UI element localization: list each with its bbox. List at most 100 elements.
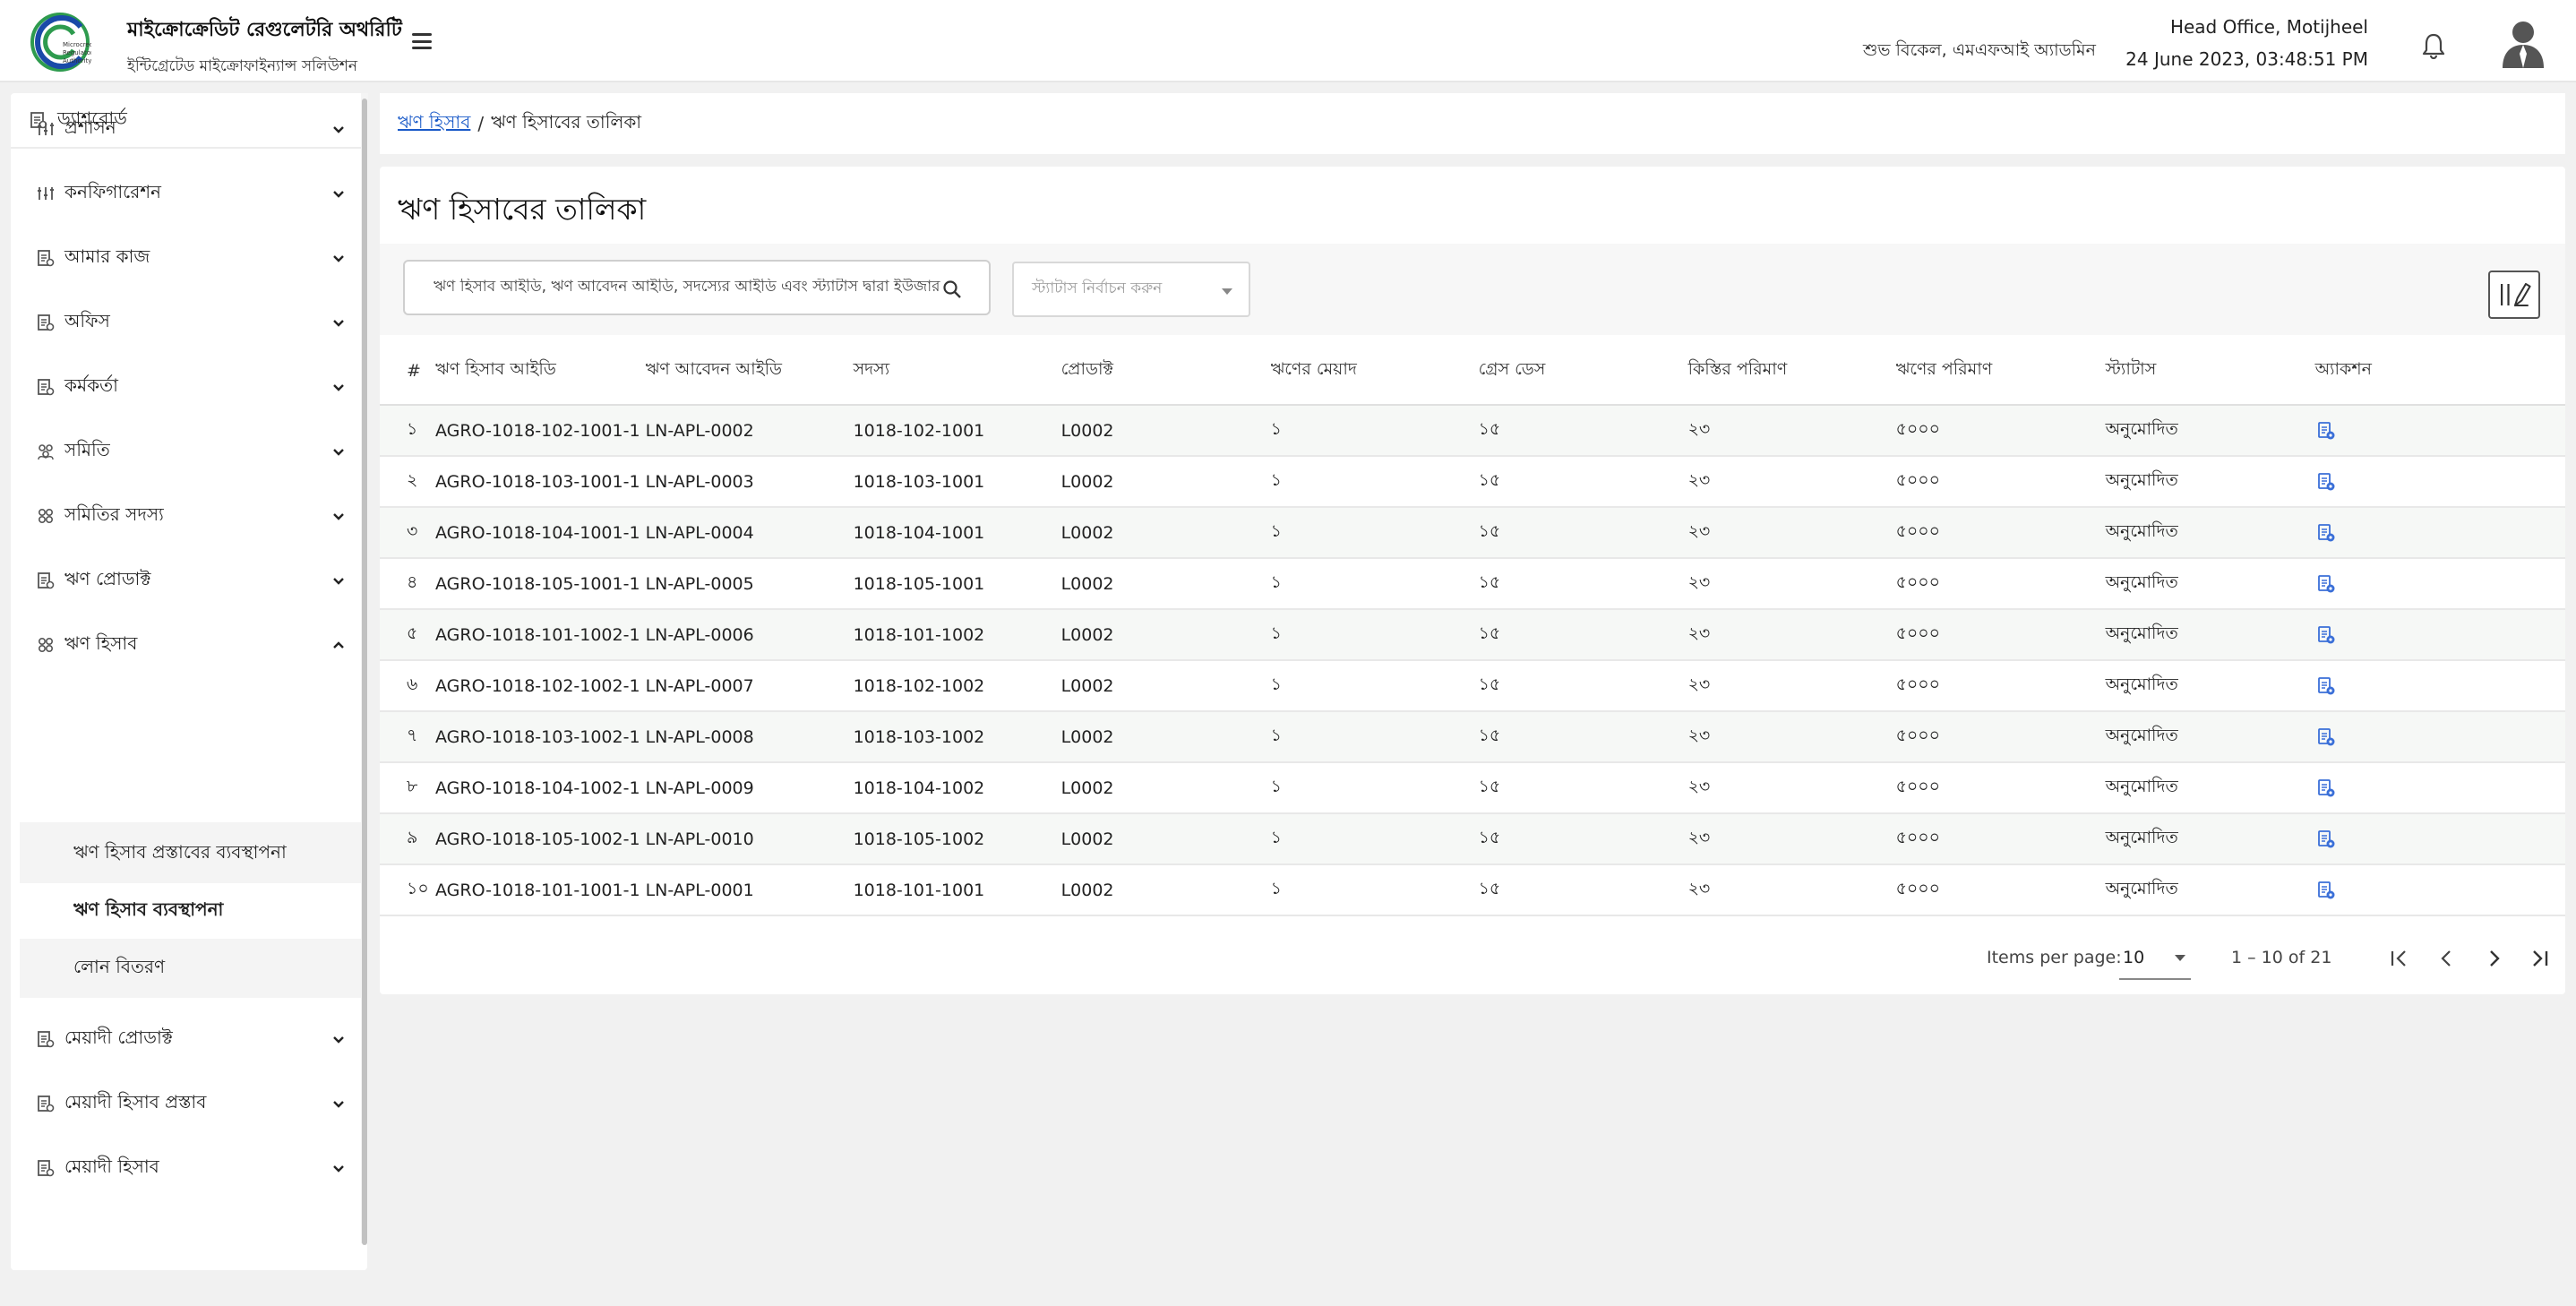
view-document-icon[interactable] bbox=[2315, 675, 2337, 697]
table-cell: ২৩ bbox=[1679, 711, 1887, 763]
status-select[interactable]: স্ট্যাটাস নির্বাচন করুন bbox=[1012, 262, 1250, 317]
sidebar-item-4[interactable]: অফিস bbox=[11, 290, 367, 355]
sidebar: ড্যাশবোর্ড প্রশাসন কনফিগারেশন আমার কাজ অফিস… bbox=[11, 93, 367, 1270]
table-cell: ৫০০০ bbox=[1886, 762, 2095, 814]
table-cell: ১ bbox=[1261, 864, 1470, 916]
table-cell: অনুমোদিত bbox=[2094, 864, 2303, 916]
sidebar-item-14[interactable]: মেয়াদী হিসাব প্রস্তাব bbox=[11, 1071, 367, 1136]
table-cell: LN-APL-0010 bbox=[640, 813, 846, 865]
document-icon bbox=[38, 314, 55, 331]
table-cell: অনুমোদিত bbox=[2094, 762, 2303, 814]
table-cell-action bbox=[2302, 813, 2565, 865]
sidebar-item-15[interactable]: মেয়াদী হিসাব bbox=[11, 1136, 367, 1200]
table-cell-action bbox=[2302, 711, 2565, 763]
column-settings-icon[interactable] bbox=[2488, 271, 2540, 319]
loan-list-card: ঋণ হিসাবের তালিকা স্ট্যাটাস নির্বাচন করু… bbox=[380, 167, 2565, 994]
table-cell: অনুমোদিত bbox=[2094, 405, 2303, 457]
breadcrumb-link-loan-account[interactable]: ঋণ হিসাব bbox=[398, 109, 470, 139]
document-icon bbox=[38, 572, 55, 589]
table-cell: LN-APL-0006 bbox=[640, 609, 846, 661]
view-document-icon[interactable] bbox=[2315, 726, 2337, 748]
hamburger-menu-icon[interactable] bbox=[408, 30, 435, 52]
table-cell: ২৩ bbox=[1679, 660, 1887, 712]
user-avatar-icon[interactable] bbox=[2499, 18, 2547, 68]
view-document-icon[interactable] bbox=[2315, 880, 2337, 901]
chevron-down-icon bbox=[2175, 955, 2185, 961]
table-cell: LN-APL-0005 bbox=[640, 558, 846, 610]
table-row: ২ AGRO-1018-103-1001-1 LN-APL-0003 1018-103… bbox=[380, 456, 2565, 508]
table-cell: ১ bbox=[1261, 558, 1470, 610]
bell-icon[interactable] bbox=[2421, 32, 2446, 59]
sidebar-item-13[interactable]: মেয়াদী প্রোডাক্ট bbox=[11, 1007, 367, 1071]
view-document-icon[interactable] bbox=[2315, 624, 2337, 646]
table-cell: ১৫ bbox=[1469, 609, 1679, 661]
search-field[interactable] bbox=[403, 260, 991, 315]
sidebar-item-7[interactable]: সমিতির সদস্য bbox=[11, 484, 367, 548]
submenu-loan-proposal-management[interactable]: ঋণ হিসাব প্রস্তাবের ব্যবস্থাপনা bbox=[20, 826, 365, 881]
table-cell: LN-APL-0007 bbox=[640, 660, 846, 712]
column-header: গ্রেস ডেস bbox=[1469, 337, 1679, 406]
table-cell: ২৩ bbox=[1679, 507, 1887, 559]
next-page-icon[interactable] bbox=[2476, 939, 2512, 978]
org-title: মাইক্রোক্রেডিট রেগুলেটরি অথরিটি ইন্টিগ্র… bbox=[127, 14, 402, 80]
table-cell: AGRO-1018-105-1001-1 bbox=[430, 558, 640, 610]
items-per-page-select[interactable]: 10 bbox=[2119, 937, 2191, 980]
column-header: # bbox=[380, 337, 430, 406]
table-cell: ১৫ bbox=[1469, 711, 1679, 763]
sidebar-item-8[interactable]: ঋণ প্রোডাক্ট bbox=[11, 548, 367, 613]
table-cell: ৫০০০ bbox=[1886, 558, 2095, 610]
submenu-loan-account-management[interactable]: ঋণ হিসাব ব্যবস্থাপনা bbox=[20, 883, 365, 939]
table-row: ৭ AGRO-1018-103-1002-1 LN-APL-0008 1018-103… bbox=[380, 711, 2565, 763]
table-cell: LN-APL-0003 bbox=[640, 456, 846, 508]
table-cell: 1018-103-1002 bbox=[846, 711, 1054, 763]
loan-account-submenu: ঋণ হিসাব প্রস্তাবের ব্যবস্থাপনা ঋণ হিসাব… bbox=[20, 822, 365, 998]
table-cell: L0002 bbox=[1053, 864, 1262, 916]
table-cell: ১ bbox=[1261, 813, 1470, 865]
first-page-icon[interactable] bbox=[2381, 939, 2417, 978]
table-cell: LN-APL-0008 bbox=[640, 711, 846, 763]
sidebar-scrollbar[interactable] bbox=[361, 93, 368, 1245]
table-row: ৫ AGRO-1018-101-1002-1 LN-APL-0006 1018-101… bbox=[380, 609, 2565, 661]
table-cell: 1018-104-1002 bbox=[846, 762, 1054, 814]
sidebar-item-3[interactable]: আমার কাজ bbox=[11, 226, 367, 290]
submenu-loan-disbursement[interactable]: লোন বিতরণ bbox=[20, 941, 365, 996]
column-header: সদস্য bbox=[846, 337, 1054, 406]
sidebar-item-label: সমিতি bbox=[64, 438, 110, 460]
sidebar-item-2[interactable]: কনফিগারেশন bbox=[11, 161, 367, 226]
view-document-icon[interactable] bbox=[2315, 778, 2337, 799]
loan-accounts-table: # ঋণ হিসাব আইডি ঋণ আবেদন আইডি সদস্য প্রোডাক্… bbox=[380, 337, 2565, 916]
sidebar-item-label: ঋণ প্রোডাক্ট bbox=[64, 567, 151, 589]
page-title: ঋণ হিসাবের তালিকা bbox=[398, 192, 647, 227]
top-bar: Microcredit Regulatory Authority মাইক্রো… bbox=[0, 0, 2576, 82]
table-header-row: # ঋণ হিসাব আইডি ঋণ আবেদন আইডি সদস্য প্রোডাক্… bbox=[380, 337, 2565, 406]
view-document-icon[interactable] bbox=[2315, 829, 2337, 850]
search-icon[interactable] bbox=[942, 279, 962, 299]
paginator: Items per page: 10 1 – 10 of 21 bbox=[380, 923, 2565, 994]
table-cell: ১৫ bbox=[1469, 507, 1679, 559]
table-cell: 1018-103-1001 bbox=[846, 456, 1054, 508]
view-document-icon[interactable] bbox=[2315, 573, 2337, 595]
table-cell: ৯ bbox=[380, 813, 430, 865]
sidebar-item-5[interactable]: কর্মকর্তা bbox=[11, 355, 367, 419]
table-cell: ১৫ bbox=[1469, 813, 1679, 865]
column-header: ঋণ হিসাব আইডি bbox=[430, 337, 640, 406]
search-input[interactable] bbox=[434, 279, 944, 296]
sidebar-item-1[interactable]: প্রশাসন bbox=[11, 97, 367, 161]
table-cell: অনুমোদিত bbox=[2094, 660, 2303, 712]
view-document-icon[interactable] bbox=[2315, 522, 2337, 544]
sidebar-item-6[interactable]: সমিতি bbox=[11, 419, 367, 484]
table-row: ৪ AGRO-1018-105-1001-1 LN-APL-0005 1018-105… bbox=[380, 558, 2565, 610]
previous-page-icon[interactable] bbox=[2429, 939, 2465, 978]
last-page-icon[interactable] bbox=[2522, 939, 2558, 978]
view-document-icon[interactable] bbox=[2315, 420, 2337, 442]
sidebar-item-9[interactable]: ঋণ হিসাব bbox=[11, 613, 367, 677]
chevron-down-icon bbox=[333, 1036, 344, 1044]
status-select-placeholder: স্ট্যাটাস নির্বাচন করুন bbox=[1032, 279, 1163, 297]
sliders-icon bbox=[38, 123, 54, 135]
table-cell: AGRO-1018-102-1002-1 bbox=[430, 660, 640, 712]
svg-text:Regulatory: Regulatory bbox=[63, 49, 91, 56]
view-document-icon[interactable] bbox=[2315, 471, 2337, 493]
group-icon bbox=[38, 444, 54, 460]
sidebar-item-label: ঋণ হিসাব bbox=[64, 632, 138, 654]
table-cell: LN-APL-0004 bbox=[640, 507, 846, 559]
